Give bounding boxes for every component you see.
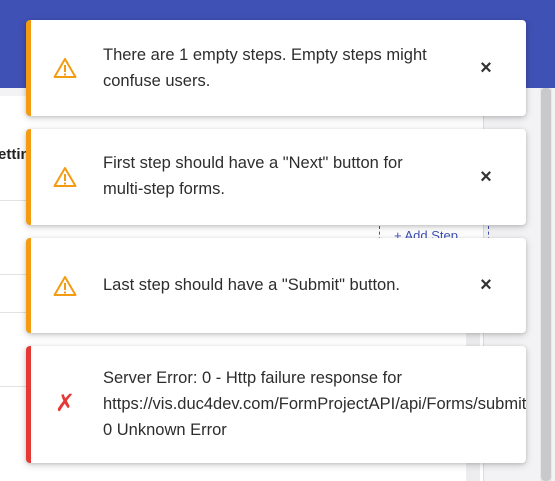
warning-triangle-icon [53,56,77,80]
toast-message-line: confuse users. [103,72,211,90]
toast-message-line: 0 Unknown Error [103,421,227,439]
toast-message-line: First step should have a "Next" button f… [103,154,403,172]
error-x-icon: ✗ [54,390,76,417]
toast-message-line: Last step should have a "Submit" button. [103,276,400,294]
close-icon[interactable]: × [475,57,497,79]
toast-warning: Last step should have a "Submit" button.… [26,238,526,333]
toast-message-line: https://vis.duc4dev.com/FormProjectAPI/a… [103,395,526,413]
toast-message: Last step should have a "Submit" button. [103,272,400,298]
warning-triangle-icon [53,274,77,298]
page-scrollbar-thumb[interactable] [541,88,551,481]
close-icon[interactable]: × [475,166,497,188]
close-icon[interactable]: × [475,274,497,296]
toast-message-line: There are 1 empty steps. Empty steps mig… [103,46,427,64]
toast-message: There are 1 empty steps. Empty steps mig… [103,42,427,94]
toast-message: Server Error: 0 - Http failure response … [103,365,526,443]
toast-message-line: multi-step forms. [103,180,225,198]
toast-error: ✗ Server Error: 0 - Http failure respons… [26,346,526,463]
warning-triangle-icon [53,165,77,189]
toast-message: First step should have a "Next" button f… [103,150,403,202]
toast-warning: There are 1 empty steps. Empty steps mig… [26,20,526,116]
toast-warning: First step should have a "Next" button f… [26,129,526,225]
toast-message-line: Server Error: 0 - Http failure response … [103,369,402,387]
